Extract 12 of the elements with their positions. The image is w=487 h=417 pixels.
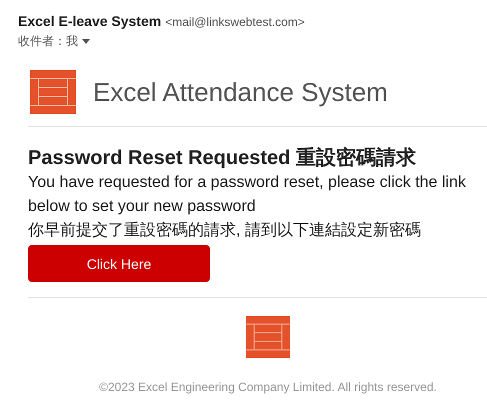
caret-icon[interactable] (82, 39, 90, 44)
sender-address: <mail@linkswebtest.com> (165, 15, 305, 29)
heading: Password Reset Requested 重設密碼請求 (28, 146, 417, 171)
message-chinese: 你早前提交了重設密碼的請求, 請到以下連結設定新密碼 (28, 220, 422, 241)
logo-icon (245, 316, 291, 358)
brand-title: Excel Attendance System (93, 76, 388, 108)
click-here-button[interactable]: Click Here (28, 245, 210, 282)
recipient-label: 收件者：我 (18, 33, 78, 50)
logo-icon (30, 70, 76, 114)
sender-name: Excel E-leave System (18, 13, 162, 29)
message: You have requested for a password reset, please click the link below to set your new password (28, 173, 467, 217)
copyright-text: ©2023 Excel Engineering Company Limited. All rights reserved. (99, 380, 437, 394)
